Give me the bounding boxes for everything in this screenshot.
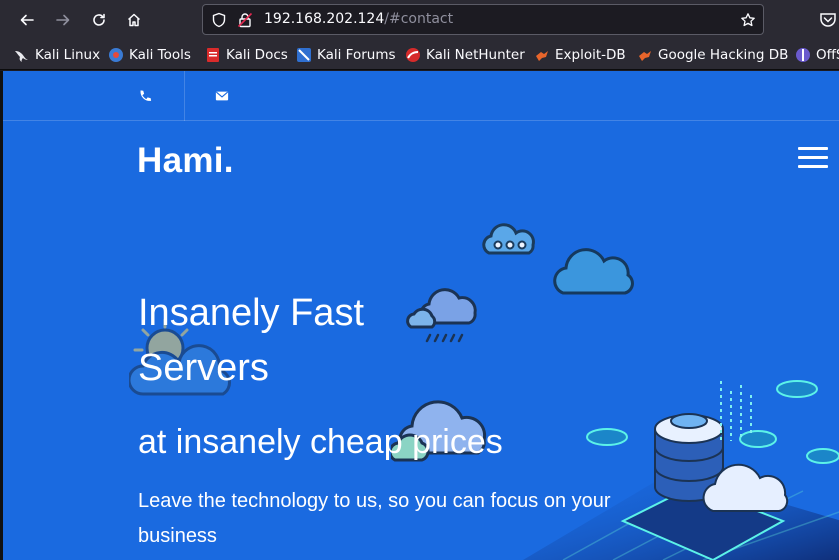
bookmark-star-icon[interactable] <box>739 11 757 29</box>
topbar-divider <box>184 71 185 121</box>
home-button[interactable] <box>122 8 146 32</box>
hamburger-bar <box>798 156 828 159</box>
bookmark-kali-tools[interactable]: Kali Tools <box>108 45 191 65</box>
bookmark-kali-docs[interactable]: Kali Docs <box>205 45 288 65</box>
url-bar[interactable]: 192.168.202.124/#contact <box>202 4 764 35</box>
bookmark-label: Kali Forums <box>317 47 396 63</box>
reload-button[interactable] <box>87 8 111 32</box>
bookmark-label: Kali Linux <box>35 47 101 63</box>
bookmark-offsec[interactable]: OffS <box>795 45 839 65</box>
pocket-icon <box>820 13 836 27</box>
bookmark-label: Kali Docs <box>226 47 288 63</box>
arrow-right-icon <box>56 14 70 26</box>
bookmark-exploit-db[interactable]: Exploit-DB <box>534 45 626 65</box>
forward-button[interactable] <box>51 8 75 32</box>
hero-description: Leave the technology to us, so you can f… <box>138 490 611 547</box>
hero-subtitle: at insanely cheap prices <box>138 423 503 461</box>
hero-title: Insanely Fast Servers <box>138 292 364 389</box>
cloud-dots-icon <box>482 223 535 255</box>
bookmark-google-hacking-db[interactable]: Google Hacking DB <box>637 45 788 65</box>
browser-toolbar: 192.168.202.124/#contact <box>0 0 839 40</box>
exploit-db-icon <box>536 51 548 61</box>
arrow-left-icon <box>20 14 34 26</box>
phone-icon[interactable] <box>138 89 152 103</box>
bookmark-label: OffS <box>816 47 839 63</box>
cloud-icon <box>553 248 634 295</box>
site-logo[interactable]: Hami. <box>137 141 234 181</box>
bookmark-kali-nethunter[interactable]: Kali NetHunter <box>405 45 525 65</box>
contact-topbar <box>3 71 839 121</box>
pocket-button[interactable] <box>816 8 839 32</box>
shield-icon[interactable] <box>210 11 228 29</box>
hamburger-bar <box>798 165 828 168</box>
bookmark-label: Google Hacking DB <box>658 47 789 63</box>
url-text[interactable]: 192.168.202.124/#contact <box>264 11 453 27</box>
home-icon <box>127 13 141 27</box>
url-path: /#contact <box>384 11 454 27</box>
bookmark-label: Kali Tools <box>129 47 191 63</box>
web-page: Hami. Insanely Fast Servers at insanely … <box>0 71 839 560</box>
bookmark-label: Kali NetHunter <box>426 47 525 63</box>
envelope-icon[interactable] <box>215 89 229 103</box>
ghdb-icon <box>639 51 651 61</box>
kali-forums-icon <box>297 48 311 62</box>
bookmarks-toolbar: Kali Linux Kali Tools Kali Docs Kali For… <box>0 40 839 70</box>
bookmark-label: Exploit-DB <box>555 47 626 63</box>
kali-docs-icon <box>207 48 219 62</box>
menu-toggle-button[interactable] <box>798 147 828 169</box>
insecure-lock-icon[interactable] <box>236 11 254 29</box>
bookmark-kali-forums[interactable]: Kali Forums <box>296 45 396 65</box>
kali-nethunter-icon <box>406 48 420 62</box>
kali-tools-icon <box>109 48 123 62</box>
hamburger-bar <box>798 147 828 150</box>
kali-dragon-icon <box>15 51 28 62</box>
back-button[interactable] <box>15 8 39 32</box>
url-host: 192.168.202.124 <box>264 11 385 27</box>
reload-icon <box>93 13 105 26</box>
offsec-icon <box>796 48 810 62</box>
bookmark-kali-linux[interactable]: Kali Linux <box>14 45 100 65</box>
